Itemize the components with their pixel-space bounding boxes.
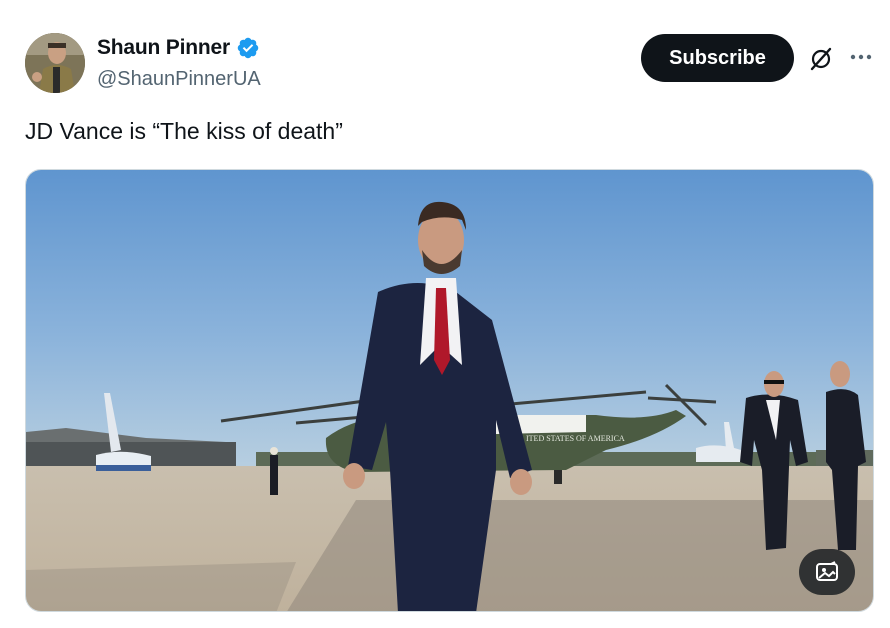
author-display-name[interactable]: Shaun Pinner xyxy=(97,36,230,60)
post-media[interactable]: ITED STATES OF AMERICA xyxy=(25,169,874,612)
more-options-icon[interactable] xyxy=(848,44,874,70)
verified-badge-icon[interactable] xyxy=(236,36,260,60)
subscribe-button[interactable]: Subscribe xyxy=(641,34,794,82)
post-text: JD Vance is “The kiss of death” xyxy=(25,118,343,144)
avatar-photo xyxy=(25,33,85,93)
media-alt-button[interactable] xyxy=(799,549,855,595)
author-handle[interactable]: @ShaunPinnerUA xyxy=(97,68,261,91)
post-photo: ITED STATES OF AMERICA xyxy=(26,170,873,611)
author-name-row: Shaun Pinner xyxy=(97,36,260,60)
grok-icon[interactable] xyxy=(808,46,834,72)
image-alt-icon xyxy=(816,561,838,581)
helicopter-marking: ITED STATES OF AMERICA xyxy=(526,434,625,443)
avatar[interactable] xyxy=(25,33,85,93)
